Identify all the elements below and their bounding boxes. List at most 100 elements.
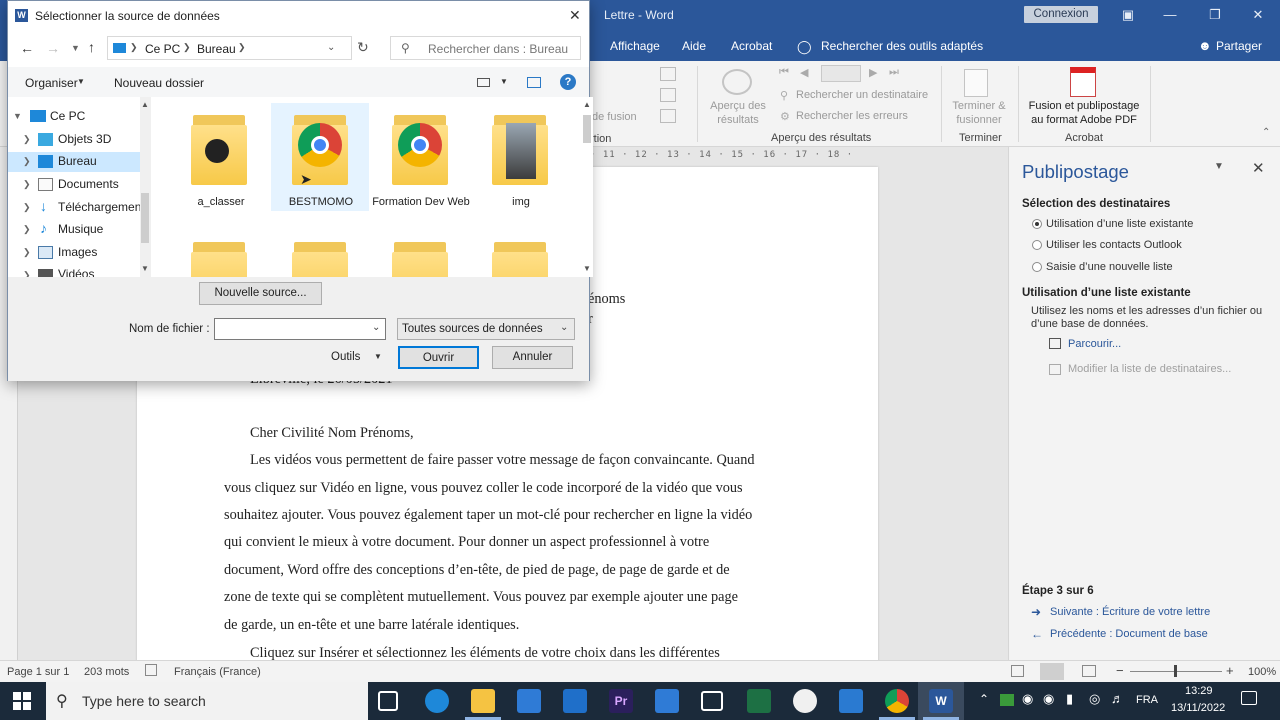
minimize-icon[interactable]: — bbox=[1160, 6, 1180, 24]
nav-item-objets-3d[interactable]: Objets 3D bbox=[58, 132, 111, 146]
refresh-icon[interactable]: ↻ bbox=[357, 39, 369, 56]
radio-new-list[interactable] bbox=[1032, 262, 1042, 272]
filetype-select[interactable]: Toutes sources de données ⌄ bbox=[397, 318, 575, 340]
zoom-in-icon[interactable]: + bbox=[1226, 663, 1234, 678]
folder-icon[interactable] bbox=[191, 113, 247, 185]
expand-icon[interactable]: ❯ bbox=[23, 202, 31, 213]
option-new-list[interactable]: Saisie d’une nouvelle liste bbox=[1046, 261, 1173, 273]
folder-icon[interactable] bbox=[492, 240, 548, 277]
find-recipient-button[interactable]: Rechercher un destinataire bbox=[796, 89, 928, 101]
proofing-icon[interactable] bbox=[145, 664, 157, 676]
web-layout-icon[interactable] bbox=[1082, 665, 1096, 677]
next-record-icon[interactable]: ▶ bbox=[869, 66, 877, 79]
scroll-up-icon[interactable]: ▲ bbox=[583, 100, 591, 109]
nav-item-ce-pc[interactable]: Ce PC bbox=[50, 109, 85, 123]
zoom-level[interactable]: 100% bbox=[1248, 666, 1276, 678]
nav-item-images[interactable]: Images bbox=[58, 245, 97, 259]
file-explorer-icon[interactable] bbox=[471, 689, 495, 713]
first-record-icon[interactable]: ⏮ bbox=[779, 66, 789, 79]
nav-item-bureau[interactable]: Bureau bbox=[58, 154, 97, 168]
ribbon-display-icon[interactable]: ▣ bbox=[1118, 6, 1138, 24]
record-icon[interactable]: ◉ bbox=[1043, 691, 1054, 707]
file-img[interactable]: img bbox=[471, 195, 571, 209]
organize-button[interactable]: Organiser bbox=[25, 76, 78, 90]
expand-icon[interactable]: ❯ bbox=[23, 156, 31, 167]
dialog-search[interactable]: ⚲ Rechercher dans : Bureau bbox=[390, 36, 581, 60]
forward-arrow-icon[interactable]: → bbox=[46, 40, 60, 56]
expand-icon[interactable]: ▼ bbox=[13, 111, 22, 121]
dialog-close-icon[interactable]: ✕ bbox=[569, 7, 581, 24]
folder-icon[interactable] bbox=[392, 113, 448, 185]
search-tools[interactable]: Rechercher des outils adaptés bbox=[821, 39, 983, 53]
preview-pane-icon[interactable] bbox=[527, 77, 541, 88]
recent-locations-icon[interactable]: ▼ bbox=[71, 43, 80, 53]
tools-button[interactable]: Outils bbox=[331, 351, 360, 363]
page-count[interactable]: Page 1 sur 1 bbox=[7, 666, 69, 678]
tab-affichage[interactable]: Affichage bbox=[610, 39, 660, 53]
mail-icon[interactable] bbox=[563, 689, 587, 713]
modify-list-link[interactable]: Modifier la liste de destinataires... bbox=[1068, 363, 1231, 375]
address-bar[interactable]: ❯ Ce PC ❯ Bureau ❯ ⌄ bbox=[107, 36, 352, 60]
files-scrollbar[interactable]: ▲ ▼ bbox=[582, 97, 593, 277]
connexion-button[interactable]: Connexion bbox=[1024, 6, 1098, 23]
taskbar-search[interactable]: ⚲ Type here to search bbox=[46, 682, 368, 720]
folder-icon[interactable] bbox=[392, 240, 448, 277]
scroll-down-icon[interactable]: ▼ bbox=[583, 264, 591, 273]
language-status[interactable]: Français (France) bbox=[174, 666, 261, 678]
chevron-up-icon[interactable]: ⌃ bbox=[979, 692, 989, 706]
files-scroll-thumb[interactable] bbox=[583, 115, 591, 143]
new-folder-button[interactable]: Nouveau dossier bbox=[114, 76, 204, 90]
edge-icon[interactable] bbox=[425, 689, 449, 713]
option-existing-list[interactable]: Utilisation d’une liste existante bbox=[1046, 218, 1193, 230]
tray-app-icon[interactable] bbox=[1000, 694, 1014, 706]
nav-scrollbar[interactable]: ▲ ▼ bbox=[140, 97, 151, 277]
organize-dropdown-icon[interactable]: ▼ bbox=[77, 77, 85, 86]
expand-icon[interactable]: ❯ bbox=[23, 224, 31, 235]
scroll-up-icon[interactable]: ▲ bbox=[141, 100, 149, 109]
word-count[interactable]: 203 mots bbox=[84, 666, 129, 678]
prev-record-icon[interactable]: ◀ bbox=[800, 66, 808, 79]
radio-outlook-contacts[interactable] bbox=[1032, 240, 1042, 250]
collapse-ribbon-icon[interactable]: ⌃ bbox=[1262, 127, 1270, 138]
clock-time[interactable]: 13:29 bbox=[1185, 685, 1213, 697]
file-bestmomo[interactable]: BESTMOMO bbox=[271, 195, 371, 209]
filename-dropdown-icon[interactable]: ⌄ bbox=[372, 322, 380, 333]
breadcrumb-bureau[interactable]: Bureau bbox=[197, 42, 236, 56]
battery-icon[interactable]: ▮ bbox=[1066, 691, 1073, 707]
zoom-slider-thumb[interactable] bbox=[1174, 665, 1177, 677]
option-outlook-contacts[interactable]: Utiliser les contacts Outlook bbox=[1046, 239, 1182, 251]
folder-icon[interactable] bbox=[492, 113, 548, 185]
volume-icon[interactable]: ♬ bbox=[1111, 691, 1124, 706]
restore-icon[interactable]: ❐ bbox=[1205, 6, 1225, 24]
help-icon[interactable]: ? bbox=[560, 74, 576, 90]
input-language[interactable]: FRA bbox=[1136, 694, 1158, 706]
address-dropdown-icon[interactable]: ⌄ bbox=[327, 42, 335, 53]
view-mode-icon[interactable] bbox=[477, 78, 490, 87]
filetype-dropdown-icon[interactable]: ⌄ bbox=[560, 322, 568, 333]
tab-acrobat[interactable]: Acrobat bbox=[731, 39, 772, 53]
print-layout-icon[interactable] bbox=[1040, 663, 1064, 680]
file-formation-dev-web[interactable]: Formation Dev Web bbox=[371, 195, 471, 209]
filename-input[interactable]: ⌄ bbox=[214, 318, 386, 340]
expand-icon[interactable]: ❯ bbox=[23, 247, 31, 258]
webcam-icon[interactable]: ◉ bbox=[1022, 691, 1033, 707]
new-source-button[interactable]: Nouvelle source... bbox=[199, 282, 322, 305]
expand-icon[interactable]: ❯ bbox=[23, 179, 31, 190]
pane-menu-icon[interactable]: ▼ bbox=[1214, 161, 1224, 172]
preview-results-button[interactable]: Aperçu des résultats bbox=[708, 99, 768, 127]
expand-icon[interactable]: ❯ bbox=[23, 134, 31, 145]
windows-start-icon[interactable] bbox=[13, 692, 31, 710]
close-icon[interactable]: ✕ bbox=[1248, 6, 1268, 24]
nav-item-telechargements[interactable]: Téléchargements bbox=[58, 200, 151, 214]
premiere-icon[interactable]: Pr bbox=[609, 689, 633, 713]
tools-dropdown-icon[interactable]: ▼ bbox=[374, 352, 382, 361]
tab-aide[interactable]: Aide bbox=[682, 39, 706, 53]
merge-pdf-button[interactable]: Fusion et publipostage au format Adobe P… bbox=[1022, 99, 1146, 127]
cancel-button[interactable]: Annuler bbox=[492, 346, 573, 369]
network-icon[interactable]: ◎ bbox=[1089, 691, 1100, 707]
last-record-icon[interactable]: ⏭ bbox=[889, 66, 899, 79]
record-number-input[interactable] bbox=[821, 65, 861, 82]
radio-existing-list[interactable] bbox=[1032, 219, 1042, 229]
vscode-icon[interactable] bbox=[839, 689, 863, 713]
up-arrow-icon[interactable]: ↑ bbox=[88, 39, 95, 55]
